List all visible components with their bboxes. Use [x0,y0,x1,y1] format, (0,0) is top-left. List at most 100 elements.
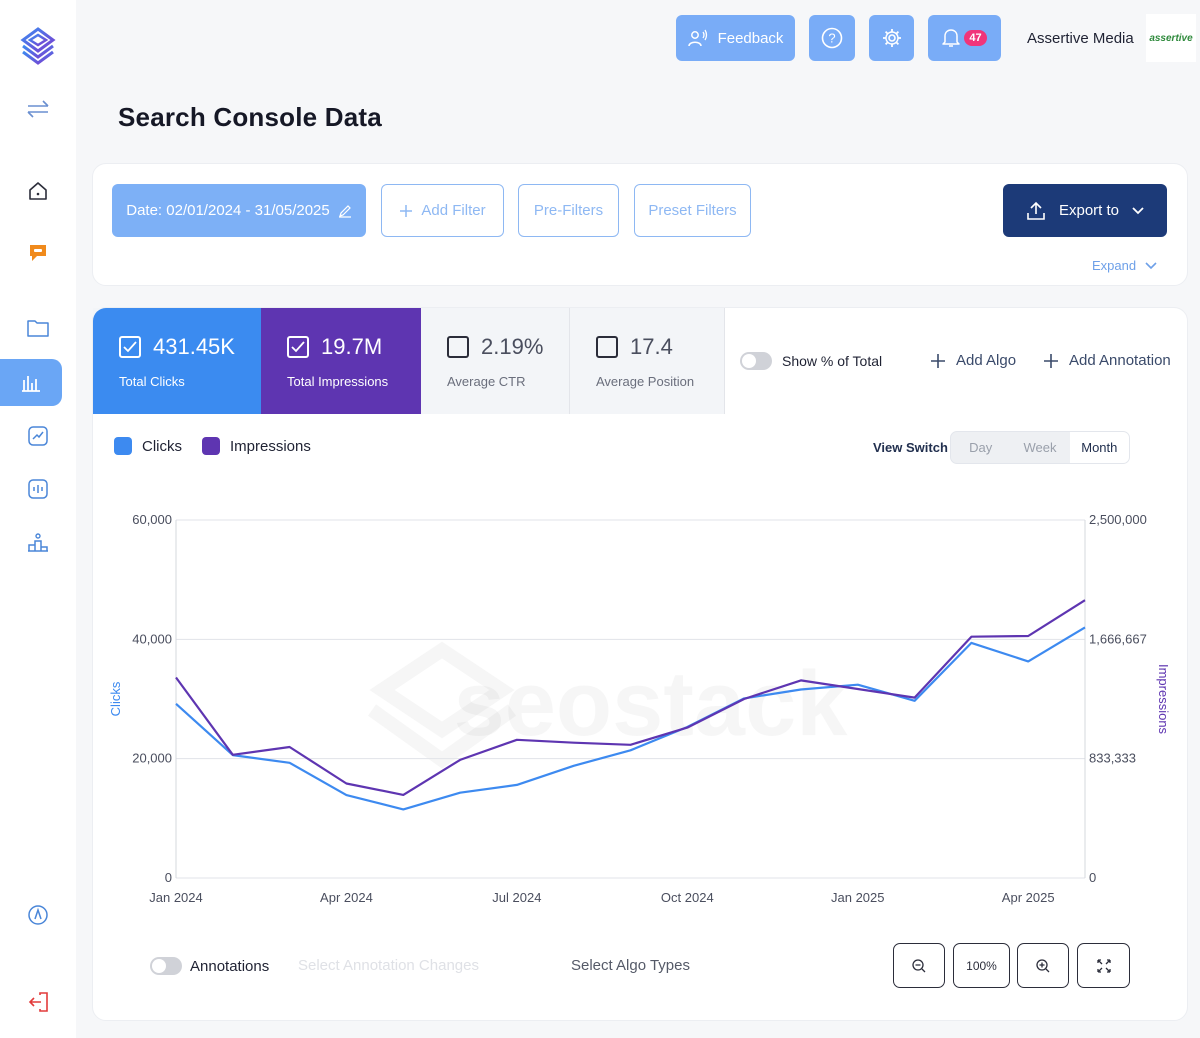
help-icon: ? [821,27,843,49]
checkbox-checked-icon[interactable] [119,336,141,358]
chat-bubble-icon[interactable] [0,233,76,273]
plus-icon [1044,353,1058,368]
feedback-label: Feedback [717,29,784,47]
add-annotation-button[interactable]: Add Annotation [1043,352,1171,369]
bell-icon [942,29,961,47]
fullscreen-button[interactable] [1077,943,1130,988]
zoom-reset-button[interactable]: 100% [953,943,1010,988]
metric-value: 17.4 [630,334,673,359]
y-right-tick-label: 2,500,000 [1089,512,1147,527]
annotations-toggle[interactable]: Annotations [150,957,269,975]
date-range-label: Date: 02/01/2024 - 31/05/2025 [126,202,330,219]
metric-total-impressions[interactable]: 19.7M Total Impressions [261,308,421,414]
y-left-tick-label: 60,000 [132,512,172,527]
compass-icon[interactable] [0,895,76,935]
add-algo-label: Add Algo [956,352,1017,369]
svg-text:?: ? [828,31,835,46]
organization-logo: assertive [1146,14,1196,62]
swap-arrows-icon[interactable] [0,89,76,129]
plus-icon [400,204,413,217]
legend-label: Impressions [230,437,311,455]
date-range-button[interactable]: Date: 02/01/2024 - 31/05/2025 [112,184,366,237]
metric-value: 2.19% [481,334,544,359]
expand-arrows-icon [1096,958,1111,973]
pre-filters-button[interactable]: Pre-Filters [518,184,619,237]
annotations-label: Annotations [190,957,270,975]
feedback-button[interactable]: Feedback [676,15,795,61]
checkbox-checked-icon[interactable] [287,336,309,358]
expand-toggle[interactable]: Expand [1092,258,1158,273]
metric-total-clicks[interactable]: 431.45K Total Clicks [93,308,261,414]
y-right-tick-label: 0 [1089,870,1096,885]
logout-icon[interactable] [0,982,76,1022]
settings-button[interactable] [869,15,914,61]
checkbox-unchecked-icon[interactable] [447,336,469,358]
metric-average-position[interactable]: 17.4 Average Position [570,308,725,414]
metric-label: Average CTR [447,374,526,389]
y-left-tick-label: 0 [165,870,172,885]
metric-label: Total Impressions [287,374,389,389]
legend-swatch [202,437,220,455]
expand-label: Expand [1092,258,1137,273]
y-left-tick-label: 20,000 [132,751,172,766]
algo-types-placeholder: Select Algo Types [571,957,690,974]
checkbox-unchecked-icon[interactable] [596,336,618,358]
show-percent-total-toggle[interactable]: Show % of Total [740,352,882,370]
y-right-axis-title: Impressions [1156,664,1171,735]
add-filter-label: Add Filter [421,202,486,219]
add-algo-button[interactable]: Add Algo [930,352,1016,369]
plus-icon [931,353,945,368]
x-tick-label: Jul 2024 [492,890,541,905]
folder-icon[interactable] [0,308,76,348]
add-annotation-label: Add Annotation [1069,352,1171,369]
preset-filters-button[interactable]: Preset Filters [634,184,751,237]
x-tick-label: Apr 2025 [1002,890,1055,905]
algo-types-select[interactable]: Select Algo Types [571,957,690,974]
chevron-down-icon [1145,261,1157,269]
bar-chart-icon[interactable] [0,362,62,402]
export-button[interactable]: Export to [1003,184,1167,237]
annotation-changes-placeholder: Select Annotation Changes [298,957,479,974]
pre-filters-label: Pre-Filters [533,202,604,219]
page-title: Search Console Data [118,102,382,132]
x-tick-label: Apr 2024 [320,890,373,905]
export-label: Export to [1058,202,1120,219]
metric-value: 431.45K [153,334,235,359]
chevron-down-icon [1132,206,1144,214]
organization-name[interactable]: Assertive Media [1027,30,1134,47]
line-chart[interactable]: seostack0 020,000 833,33340,000 1,666,66760… [92,480,1172,920]
zoom-out-button[interactable] [893,943,945,988]
legend-impressions[interactable]: Impressions [202,437,311,455]
annotation-changes-select[interactable]: Select Annotation Changes [298,957,479,974]
x-tick-label: Jan 2024 [149,890,203,905]
toggle-switch[interactable] [150,957,182,975]
y-left-axis-title: Clicks [108,681,123,716]
home-icon[interactable] [0,171,76,211]
y-left-tick-label: 40,000 [132,631,172,646]
legend-clicks[interactable]: Clicks [114,437,182,455]
zoom-reset-label: 100% [966,958,997,973]
y-right-tick-label: 1,666,667 [1089,631,1147,646]
audio-bars-icon[interactable] [0,469,76,509]
gear-icon [882,29,901,47]
zoom-out-icon [912,958,926,972]
notifications-button[interactable]: 47 [928,15,1001,61]
seostack-logo-icon[interactable] [0,26,76,66]
metric-value: 19.7M [321,334,383,359]
toggle-switch[interactable] [740,352,772,370]
y-right-tick-label: 833,333 [1089,751,1136,766]
view-week-option[interactable]: Week [1010,432,1069,463]
view-day-option[interactable]: Day [951,432,1010,463]
x-tick-label: Oct 2024 [661,890,714,905]
add-filter-button[interactable]: Add Filter [381,184,504,237]
legend-label: Clicks [142,437,182,455]
show-percent-label: Show % of Total [782,353,883,369]
view-switch-label: View Switch [873,440,948,455]
metric-average-ctr[interactable]: 2.19% Average CTR [421,308,570,414]
help-button[interactable]: ? [809,15,855,61]
trend-chart-icon[interactable] [0,416,76,456]
pencil-icon [338,204,351,218]
view-month-option[interactable]: Month [1069,432,1129,463]
podium-icon[interactable] [0,522,76,562]
zoom-in-button[interactable] [1017,943,1069,988]
